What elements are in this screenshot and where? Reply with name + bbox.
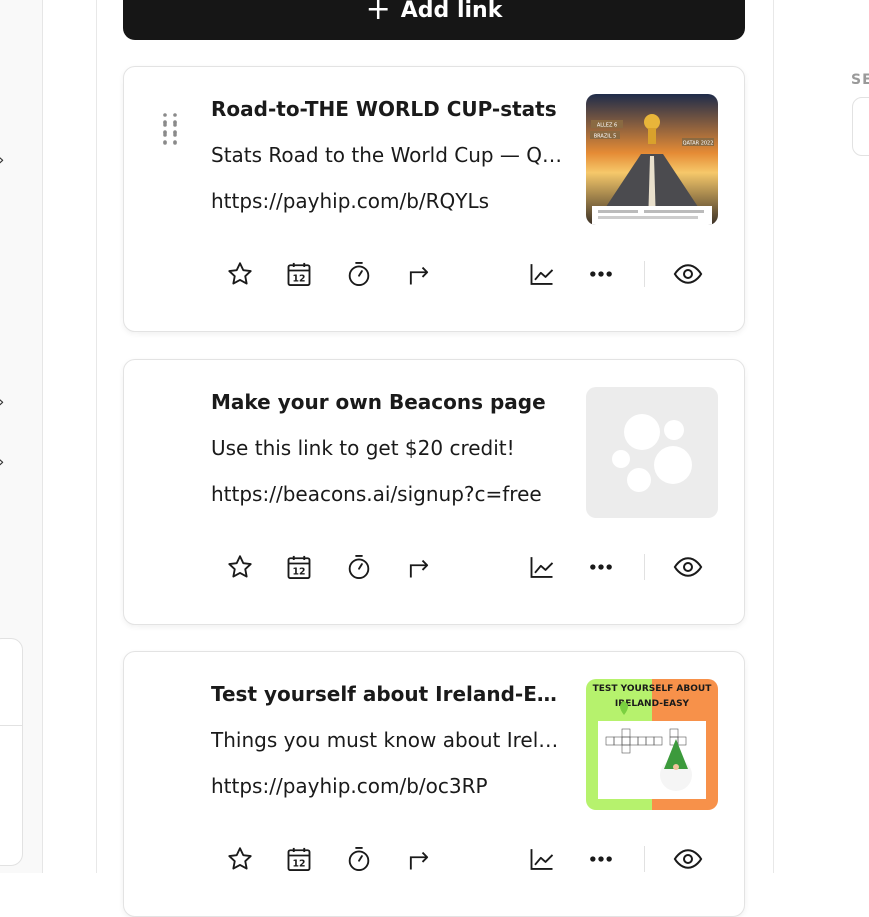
visibility-icon[interactable] xyxy=(671,550,705,584)
drag-handle-icon[interactable] xyxy=(162,119,178,145)
ireland-crossword-image: TEST YOURSELF ABOUT IRELAND-EASY xyxy=(586,679,718,810)
link-title[interactable]: Make your own Beacons page xyxy=(211,390,563,414)
svg-text:12: 12 xyxy=(293,274,306,285)
link-card[interactable]: Road-to-THE WORLD CUP-stats Stats Road t… xyxy=(123,66,745,332)
add-link-button[interactable]: + Add link xyxy=(123,0,745,40)
link-url[interactable]: https://payhip.com/b/RQYLs xyxy=(211,189,563,213)
visibility-icon[interactable] xyxy=(671,842,705,876)
star-icon[interactable] xyxy=(223,842,257,876)
left-panel-card xyxy=(0,638,23,866)
visibility-icon[interactable] xyxy=(671,257,705,291)
chevron-right-icon[interactable]: › xyxy=(0,392,8,411)
analytics-icon[interactable] xyxy=(525,842,559,876)
link-description[interactable]: Things you must know about Ireland xyxy=(211,728,563,752)
svg-text:12: 12 xyxy=(293,567,306,578)
svg-text:12: 12 xyxy=(293,859,306,870)
more-icon[interactable] xyxy=(584,842,618,876)
more-icon[interactable] xyxy=(584,257,618,291)
divider xyxy=(644,261,645,287)
plus-icon: + xyxy=(365,0,391,27)
link-url[interactable]: https://beacons.ai/signup?c=free xyxy=(211,482,563,506)
road-world-cup-image: ALLEZ 6 BRAZIL 5 QATAR 2022 xyxy=(586,94,718,225)
svg-text:QATAR 2022: QATAR 2022 xyxy=(683,141,714,147)
section-label: SE xyxy=(851,72,869,88)
timer-icon[interactable] xyxy=(342,257,376,291)
link-title[interactable]: Test yourself about Ireland-Easy xyxy=(211,682,563,706)
link-title[interactable]: Road-to-THE WORLD CUP-stats xyxy=(211,97,563,121)
calendar-icon[interactable]: 12 xyxy=(282,550,316,584)
redirect-icon[interactable] xyxy=(402,257,436,291)
left-sidebar: › › › xyxy=(0,0,43,873)
link-card[interactable]: Test yourself about Ireland-Easy Things … xyxy=(123,120,745,917)
divider xyxy=(0,725,22,726)
link-actions: 12 xyxy=(124,257,744,293)
redirect-icon[interactable] xyxy=(402,550,436,584)
svg-text:BRAZIL 5: BRAZIL 5 xyxy=(594,134,617,140)
link-url[interactable]: https://payhip.com/b/oc3RP xyxy=(211,774,563,798)
link-card[interactable]: Make your own Beacons page Use this link… xyxy=(123,113,745,625)
more-icon[interactable] xyxy=(584,550,618,584)
calendar-icon[interactable]: 12 xyxy=(282,257,316,291)
timer-icon[interactable] xyxy=(342,842,376,876)
divider xyxy=(644,554,645,580)
divider xyxy=(644,846,645,872)
svg-text:ALLEZ 6: ALLEZ 6 xyxy=(597,123,617,129)
link-thumbnail[interactable] xyxy=(586,387,718,518)
svg-text:TEST YOURSELF ABOUT: TEST YOURSELF ABOUT xyxy=(593,684,713,694)
beacons-placeholder-image xyxy=(586,387,718,518)
chevron-right-icon[interactable]: › xyxy=(0,150,8,169)
star-icon[interactable] xyxy=(223,257,257,291)
link-description[interactable]: Use this link to get $20 credit! xyxy=(211,436,563,460)
link-description[interactable]: Stats Road to the World Cup — Qatar 2022 xyxy=(211,143,563,167)
calendar-icon[interactable]: 12 xyxy=(282,842,316,876)
chevron-right-icon[interactable]: › xyxy=(0,452,8,471)
link-thumbnail[interactable]: ALLEZ 6 BRAZIL 5 QATAR 2022 xyxy=(586,94,718,225)
redirect-icon[interactable] xyxy=(402,842,436,876)
settings-input[interactable] xyxy=(852,97,869,156)
add-link-label: Add link xyxy=(400,0,503,23)
link-thumbnail[interactable]: TEST YOURSELF ABOUT IRELAND-EASY xyxy=(586,679,718,810)
star-icon[interactable] xyxy=(223,550,257,584)
analytics-icon[interactable] xyxy=(525,257,559,291)
analytics-icon[interactable] xyxy=(525,550,559,584)
timer-icon[interactable] xyxy=(342,550,376,584)
link-actions: 12 xyxy=(124,550,744,586)
